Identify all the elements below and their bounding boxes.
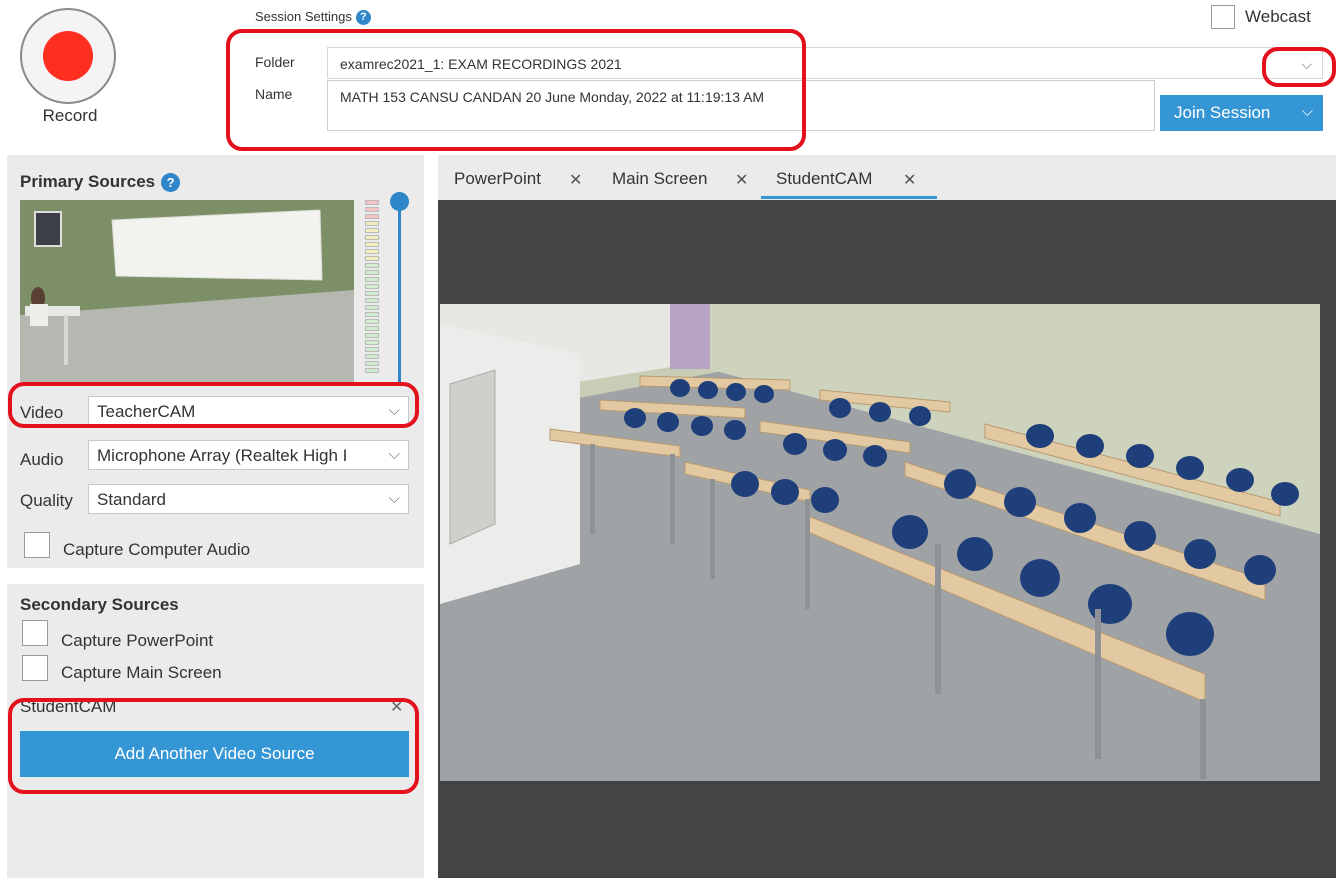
chevron-down-icon[interactable]: ⌵ [1301, 56, 1312, 73]
chevron-down-icon: ⌵ [388, 446, 400, 463]
primary-sources-title: Primary Sources [20, 172, 156, 191]
webcast-checkbox[interactable] [1211, 5, 1235, 29]
session-name-value: MATH 153 CANSU CANDAN 20 June Monday, 20… [340, 89, 765, 105]
join-session-button[interactable]: Join Session ⌵ [1160, 95, 1323, 131]
secondary-sources-title: Secondary Sources [20, 595, 179, 614]
folder-value: examrec2021_1: EXAM RECORDINGS 2021 [340, 56, 622, 72]
student-cam-video-frame [440, 304, 1320, 781]
volume-slider-handle[interactable] [390, 192, 409, 211]
webcast-label: Webcast [1245, 7, 1311, 26]
close-icon[interactable]: ✕ [903, 170, 916, 190]
teacher-cam-preview [20, 200, 354, 382]
add-video-source-button[interactable]: Add Another Video Source [20, 731, 409, 777]
capture-main-screen-label: Capture Main Screen [61, 663, 222, 682]
capture-computer-audio-checkbox[interactable] [24, 532, 50, 558]
folder-select[interactable]: examrec2021_1: EXAM RECORDINGS 2021 ⌵ [327, 47, 1323, 79]
capture-main-screen-checkbox[interactable] [22, 655, 48, 681]
video-source-select[interactable]: TeacherCAM ⌵ [88, 396, 409, 426]
session-settings-heading: Session Settings? [255, 9, 371, 26]
quality-select[interactable]: Standard ⌵ [88, 484, 409, 514]
volume-slider-track[interactable] [398, 205, 401, 383]
quality-value: Standard [97, 490, 166, 509]
student-cam-source-label: StudentCAM [20, 697, 117, 716]
session-header: Record Session Settings? Folder examrec2… [0, 0, 1336, 150]
audio-source-value: Microphone Array (Realtek High I [97, 446, 348, 465]
close-icon[interactable]: ✕ [735, 170, 748, 190]
video-label: Video [20, 403, 64, 422]
capture-powerpoint-checkbox[interactable] [22, 620, 48, 646]
chevron-down-icon: ⌵ [388, 402, 400, 419]
chevron-down-icon[interactable]: ⌵ [1302, 103, 1313, 120]
chevron-down-icon: ⌵ [388, 490, 400, 507]
audio-label: Audio [20, 450, 64, 469]
capture-computer-audio-label: Capture Computer Audio [63, 540, 251, 559]
audio-source-select[interactable]: Microphone Array (Realtek High I ⌵ [88, 440, 409, 470]
section-divider [7, 568, 424, 584]
close-icon[interactable]: ✕ [390, 697, 403, 717]
help-icon[interactable]: ? [161, 173, 181, 193]
session-settings-label: Session Settings [255, 9, 352, 24]
help-icon[interactable]: ? [355, 10, 371, 26]
active-tab-indicator [761, 196, 937, 199]
capture-powerpoint-label: Capture PowerPoint [61, 631, 214, 650]
record-button[interactable] [20, 8, 116, 104]
name-label: Name [255, 86, 293, 102]
tab-studentcam[interactable]: StudentCAM [776, 169, 872, 189]
record-dot-icon [43, 31, 93, 81]
tab-main-screen[interactable]: Main Screen [612, 169, 707, 189]
session-name-input[interactable]: MATH 153 CANSU CANDAN 20 June Monday, 20… [327, 80, 1155, 131]
folder-label: Folder [255, 54, 295, 70]
record-label: Record [42, 106, 98, 125]
tab-powerpoint[interactable]: PowerPoint [454, 169, 541, 189]
audio-level-meter [365, 200, 379, 382]
primary-sources-heading: Primary Sources? [20, 172, 181, 193]
quality-label: Quality [20, 491, 73, 510]
join-session-label: Join Session [1174, 103, 1271, 122]
video-source-value: TeacherCAM [97, 402, 196, 421]
close-icon[interactable]: ✕ [569, 170, 582, 190]
